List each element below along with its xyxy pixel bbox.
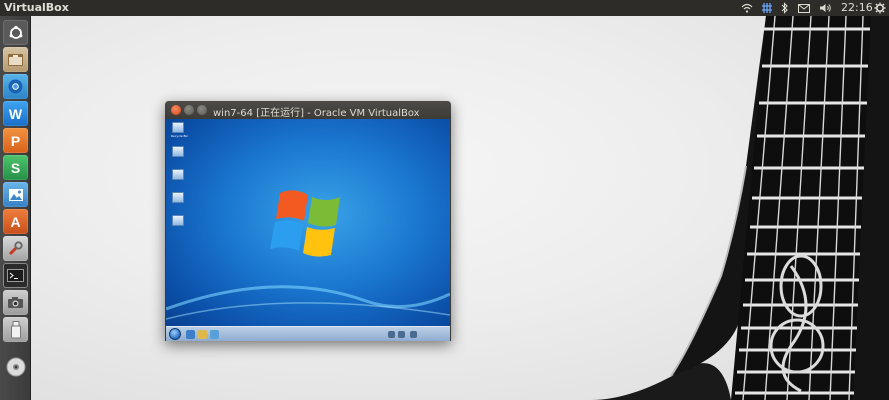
wps-spreadsheets-glyph: S [10,159,21,176]
desktop-shortcut-icon[interactable] [171,146,185,157]
tray-flag-icon[interactable] [410,331,417,338]
desktop-shortcut-image [172,169,184,180]
ubuntu-dash-icon[interactable] [3,20,28,45]
maximize-window-button[interactable] [197,105,207,115]
mail-icon[interactable] [797,0,811,16]
recycle-bin-image [172,122,184,133]
guest-desktop[interactable]: Recycle Bin [166,119,450,331]
desktop-shortcut-image [172,146,184,157]
close-window-button[interactable] [171,105,181,115]
wps-presentation-icon[interactable]: P [3,128,28,153]
system-settings-icon[interactable] [3,236,28,261]
start-button[interactable] [169,328,181,340]
window-titlebar[interactable]: win7-64 [正在运行] - Oracle VM VirtualBox [165,101,451,119]
minimize-window-button[interactable] [184,105,194,115]
launcher: W P S A [0,16,31,400]
wps-writer-glyph: W [8,105,23,122]
guitar-wallpaper-image [591,16,889,400]
desktop-shortcut-icon[interactable] [171,169,185,180]
image-viewer-icon[interactable] [3,182,28,207]
taskbar-explorer-icon[interactable] [198,330,207,339]
desktop-shortcut-icon[interactable] [171,215,185,226]
app-title: VirtualBox [4,1,69,14]
wps-writer-icon[interactable]: W [3,101,28,126]
volume-icon[interactable] [818,0,832,16]
desktop-shortcut-image [172,192,184,203]
recycle-bin-label: Recycle Bin [171,134,189,138]
software-center-icon[interactable]: A [3,209,28,234]
chromium-icon[interactable] [3,74,28,99]
wps-presentation-glyph: P [10,132,21,149]
taskbar-ie-icon[interactable] [186,330,195,339]
wps-spreadsheets-icon[interactable]: S [3,155,28,180]
files-icon[interactable] [3,47,28,72]
taskbar-media-icon[interactable] [210,330,219,339]
wifi-icon[interactable] [740,0,754,16]
guest-taskbar [166,326,450,341]
desktop-shortcut-icon[interactable] [171,192,185,203]
input-method-icon[interactable] [760,0,774,16]
dvd-icon[interactable] [3,354,28,379]
recycle-bin-icon[interactable]: Recycle Bin [171,122,189,138]
clock[interactable]: 22:16 [841,1,873,14]
software-center-glyph: A [10,213,21,230]
terminal-icon[interactable] [3,263,28,288]
window-title: win7-64 [正在运行] - Oracle VM VirtualBox [213,108,420,119]
gear-icon[interactable] [873,0,887,16]
usb-drive-icon[interactable] [3,317,28,342]
bluetooth-icon[interactable] [779,0,791,16]
camera-icon[interactable] [3,290,28,315]
tray-network-icon[interactable] [388,331,395,338]
windows-logo [270,190,340,257]
wallpaper-swoosh [166,190,450,320]
wallpaper [31,16,889,400]
desktop-shortcut-image [172,215,184,226]
top-panel: VirtualBox 22:16 [0,0,889,16]
virtualbox-window[interactable]: win7-64 [正在运行] - Oracle VM VirtualBox Re… [165,101,451,341]
tray-volume-icon[interactable] [398,331,405,338]
